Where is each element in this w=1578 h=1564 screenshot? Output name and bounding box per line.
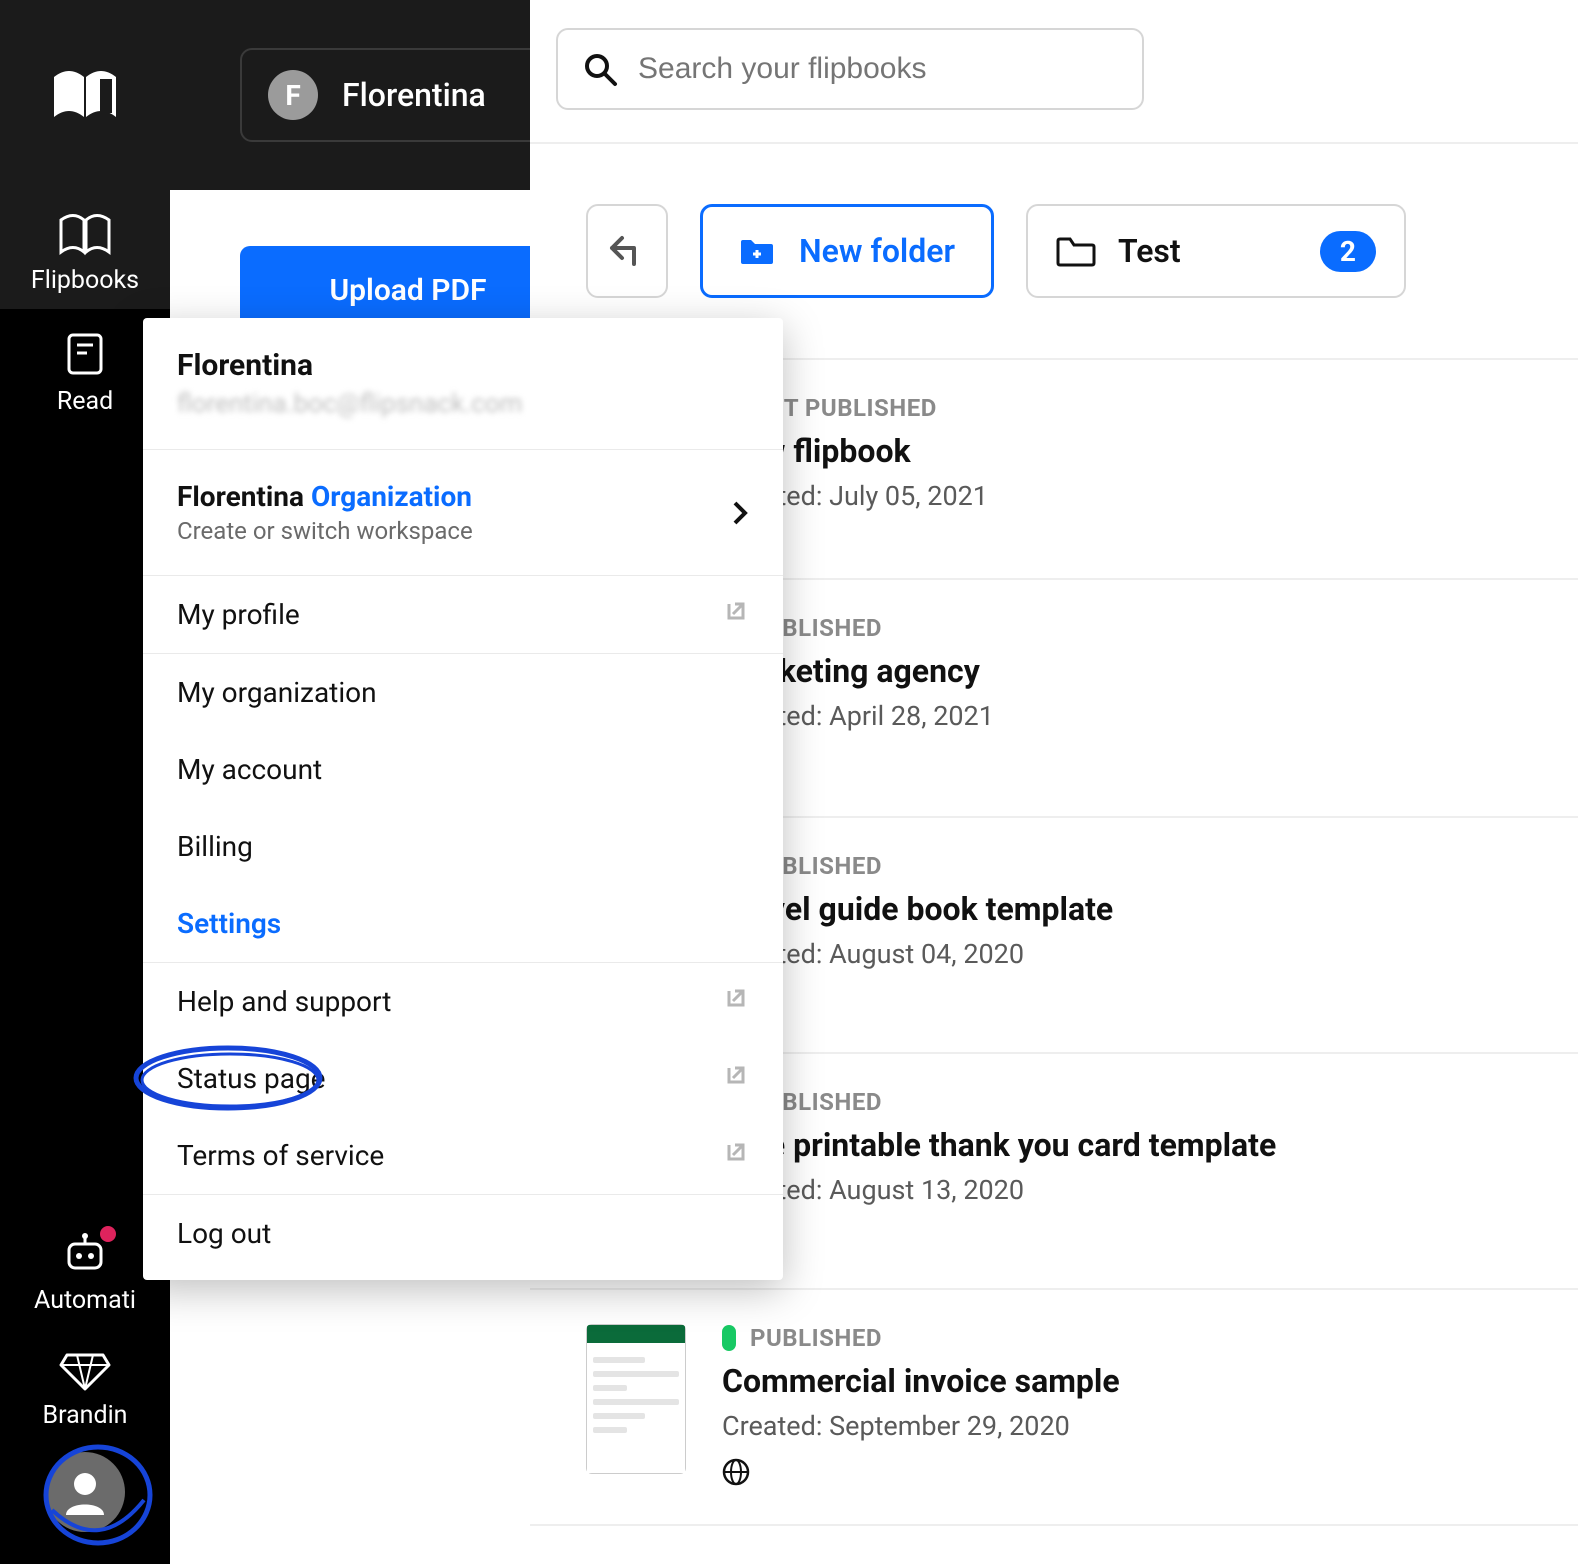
flipbook-created: Created: August 13, 2020 xyxy=(722,1174,1276,1206)
notification-dot xyxy=(100,1226,116,1242)
search-icon xyxy=(582,51,618,87)
external-link-icon xyxy=(723,985,749,1018)
back-button[interactable] xyxy=(586,204,668,298)
menu-help-label: Help and support xyxy=(177,985,391,1018)
nav-branding-label: Brandin xyxy=(43,1401,128,1430)
folder-chip[interactable]: Test 2 xyxy=(1026,204,1406,298)
visibility-icon xyxy=(722,1222,1276,1254)
popover-user-email: florentina.boc@flipsnack.com xyxy=(177,389,749,419)
menu-terms-label: Terms of service xyxy=(177,1139,384,1172)
flipbook-created: Created: September 29, 2020 xyxy=(722,1410,1120,1442)
nav-flipbooks[interactable]: Flipbooks xyxy=(0,190,170,309)
menu-logout-label: Log out xyxy=(177,1217,271,1250)
nav-flipbooks-label: Flipbooks xyxy=(31,266,139,295)
menu-settings[interactable]: Settings xyxy=(143,885,783,962)
menu-help[interactable]: Help and support xyxy=(143,963,783,1040)
menu-status-page[interactable]: Status page xyxy=(143,1040,783,1117)
workspace-name: Florentina xyxy=(342,76,486,114)
workspace-avatar: F xyxy=(268,70,318,120)
popover-org-sub: Create or switch workspace xyxy=(177,517,731,545)
popover-org-switcher[interactable]: Florentina Organization Create or switch… xyxy=(143,450,783,575)
menu-logout[interactable]: Log out xyxy=(143,1195,783,1272)
search-input[interactable] xyxy=(638,52,1118,86)
nav-read-label: Read xyxy=(57,387,113,416)
nav-branding[interactable]: Brandin xyxy=(0,1329,170,1444)
user-menu-popover: Florentina florentina.boc@flipsnack.com … xyxy=(143,318,783,1280)
flipbook-thumbnail xyxy=(586,1324,686,1474)
upload-pdf-label: Upload PDF xyxy=(240,273,536,308)
menu-billing-label: Billing xyxy=(177,830,253,863)
person-icon xyxy=(60,1467,110,1517)
flipbook-title: Free printable thank you card template xyxy=(722,1126,1276,1164)
popover-user-name: Florentina xyxy=(177,348,749,383)
search-field[interactable] xyxy=(556,28,1144,110)
nav-automation-label: Automati xyxy=(34,1286,136,1315)
flipbooks-icon xyxy=(57,212,113,256)
visibility-icon xyxy=(722,1458,1120,1490)
popover-user-section: Florentina florentina.boc@flipsnack.com xyxy=(143,318,783,449)
menu-terms[interactable]: Terms of service xyxy=(143,1117,783,1194)
menu-my-account-label: My account xyxy=(177,753,322,786)
folder-plus-icon xyxy=(739,236,775,266)
user-avatar-button[interactable] xyxy=(35,1444,135,1540)
popover-org-prefix: Florentina xyxy=(177,480,304,513)
menu-settings-label: Settings xyxy=(177,907,281,940)
menu-my-profile-label: My profile xyxy=(177,598,300,631)
diamond-icon xyxy=(59,1351,111,1391)
new-folder-button[interactable]: New folder xyxy=(700,204,994,298)
folder-count-badge: 2 xyxy=(1320,231,1376,272)
flipbook-title: Commercial invoice sample xyxy=(722,1362,1120,1400)
popover-org-word: Organization xyxy=(311,480,472,513)
chevron-right-icon xyxy=(731,499,749,527)
menu-status-page-label: Status page xyxy=(177,1062,326,1095)
menu-my-organization[interactable]: My organization xyxy=(143,654,783,731)
menu-my-account[interactable]: My account xyxy=(143,731,783,808)
app-logo[interactable] xyxy=(0,0,170,190)
status-label: PUBLISHED xyxy=(750,1324,882,1352)
folder-icon xyxy=(1056,235,1096,267)
book-logo-icon xyxy=(50,67,120,123)
flipbook-row[interactable]: PUBLISHED Commercial invoice sample Crea… xyxy=(530,1290,1578,1526)
status-indicator xyxy=(722,1325,736,1351)
external-link-icon xyxy=(723,1062,749,1095)
external-link-icon xyxy=(723,1139,749,1172)
back-arrow-icon xyxy=(608,234,646,268)
read-icon xyxy=(65,331,105,377)
external-link-icon xyxy=(723,598,749,631)
folder-name: Test xyxy=(1118,232,1181,270)
new-folder-label: New folder xyxy=(799,232,955,270)
menu-my-organization-label: My organization xyxy=(177,676,377,709)
menu-billing[interactable]: Billing xyxy=(143,808,783,885)
menu-my-profile[interactable]: My profile xyxy=(143,576,783,653)
